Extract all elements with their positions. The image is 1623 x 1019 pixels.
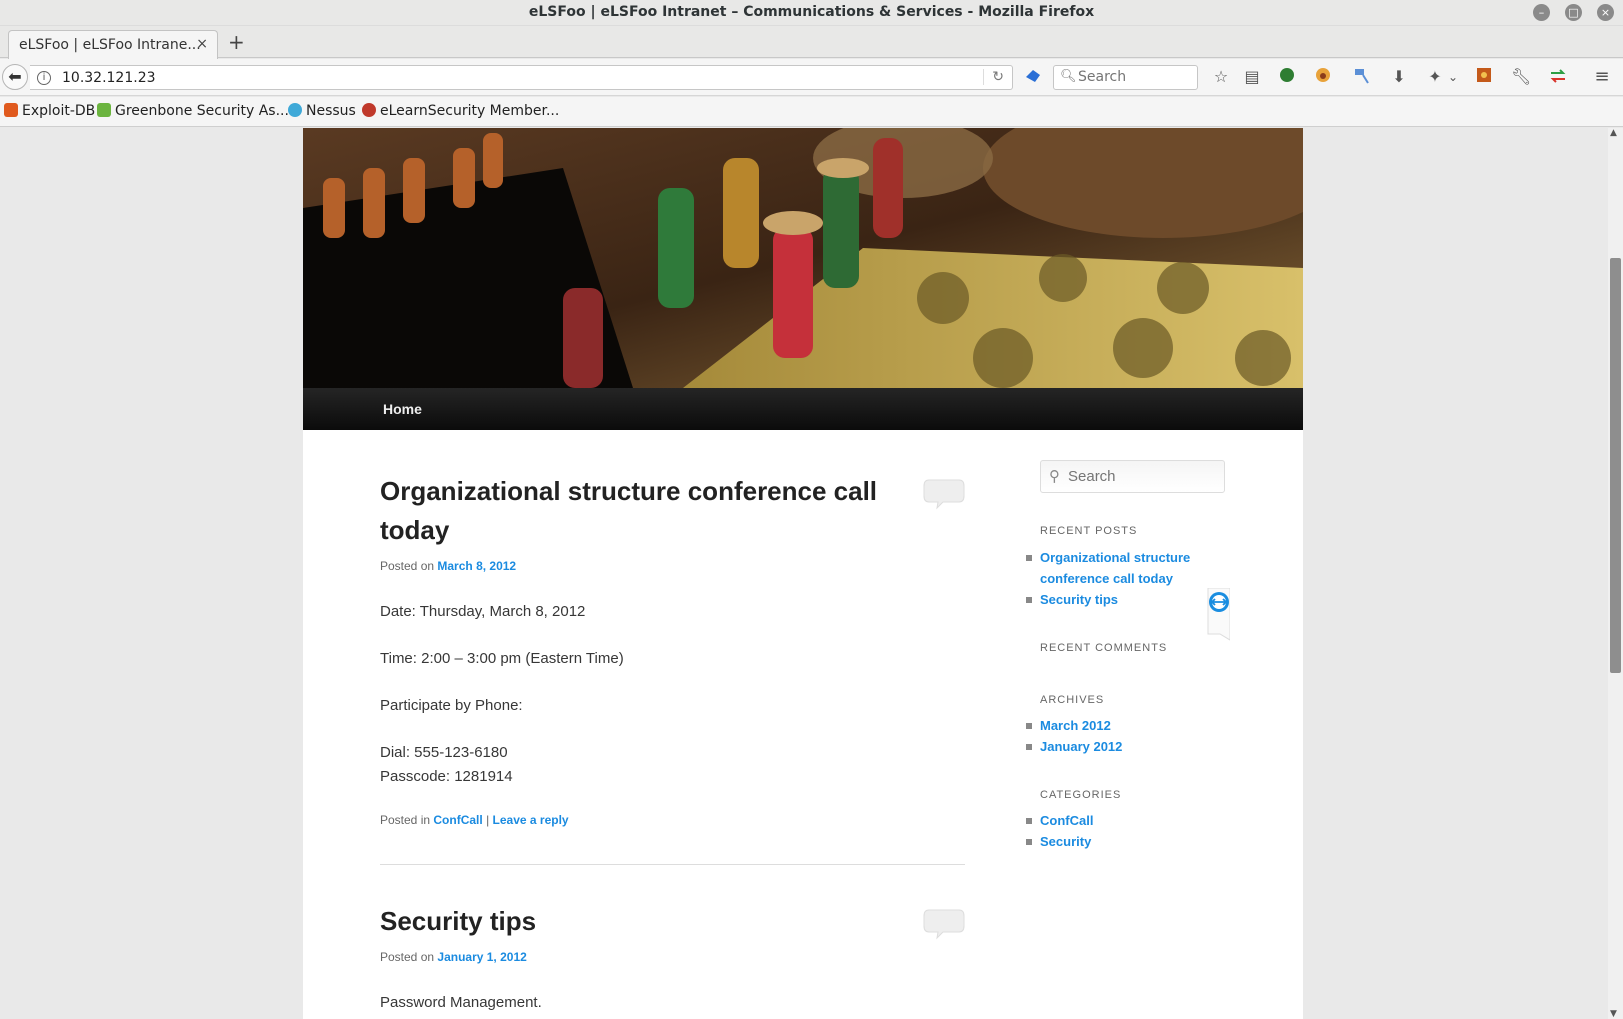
category-link[interactable]: ConfCall <box>433 813 482 827</box>
post-date-link[interactable]: March 8, 2012 <box>437 559 516 573</box>
post-article: Security tips Posted on January 1, 2012 … <box>380 902 965 1011</box>
widget-title-recent-posts: RECENT POSTS <box>1040 525 1138 537</box>
bookmark-star-icon[interactable]: ☆ <box>1211 67 1231 87</box>
content-line: Passcode: 1281914 <box>380 768 513 785</box>
post-footer: Posted in ConfCall | Leave a reply <box>380 813 569 827</box>
recent-post-link[interactable]: Organizational structure conference call… <box>1040 550 1190 586</box>
post-title[interactable]: Security tips <box>380 902 890 941</box>
tab-title: eLSFoo | eLSFoo Intrane... <box>19 37 201 53</box>
recent-posts-list: Organizational structure conference call… <box>1026 547 1210 610</box>
widget-title-recent-comments: RECENT COMMENTS <box>1040 642 1168 654</box>
extension-green-icon[interactable] <box>1277 67 1297 87</box>
scrollbar-thumb[interactable] <box>1610 258 1621 673</box>
post-date-link[interactable]: January 1, 2012 <box>437 950 526 964</box>
bookmark-greenbone[interactable]: Greenbone Security As... <box>97 103 289 119</box>
hamburger-menu-icon[interactable]: ≡ <box>1592 67 1612 87</box>
exploit-db-icon <box>4 103 18 117</box>
wrench-icon[interactable]: 🔧︎ <box>1511 67 1531 87</box>
list-item: Security tips <box>1026 589 1210 610</box>
list-item: March 2012 <box>1025 715 1122 736</box>
leave-reply-link[interactable]: Leave a reply <box>493 813 569 827</box>
back-button[interactable]: ⬅ <box>2 64 28 90</box>
greenbone-icon <box>97 103 111 117</box>
search-icon: 🔍︎ <box>1060 69 1077 84</box>
recent-post-link[interactable]: Security tips <box>1040 592 1118 607</box>
site-page: Home Organizational structure conference… <box>303 128 1303 1019</box>
main-navigation: Home <box>303 388 1303 430</box>
bookmark-exploit-db[interactable]: Exploit-DB <box>4 103 95 119</box>
header-banner-image <box>303 128 1303 388</box>
comment-bubble-icon[interactable] <box>923 478 965 510</box>
list-item: Security <box>1025 831 1093 852</box>
post-title[interactable]: Organizational structure conference call… <box>380 472 890 550</box>
page-viewport: Home Organizational structure conference… <box>0 128 1608 1019</box>
scroll-down-arrow-icon[interactable]: ▼ <box>1610 1009 1617 1019</box>
pocket-icon[interactable] <box>1024 67 1042 85</box>
url-bar[interactable]: i 10.32.121.23 ↻ <box>30 65 1013 90</box>
widget-title-categories: CATEGORIES <box>1040 789 1122 801</box>
comment-bubble-icon[interactable] <box>923 908 965 940</box>
bookmark-elearnsecurity[interactable]: eLearnSecurity Member... <box>362 103 559 119</box>
url-text[interactable]: 10.32.121.23 <box>62 70 156 86</box>
post-article: Organizational structure conference call… <box>380 472 965 827</box>
download-icon[interactable]: ⬇ <box>1389 67 1409 87</box>
extension-fox-icon[interactable] <box>1313 67 1333 87</box>
sidebar-search[interactable]: ⚲ <box>1040 460 1225 493</box>
content-line: Participate by Phone: <box>380 697 523 714</box>
window-title: eLSFoo | eLSFoo Intranet – Communication… <box>528 4 1095 20</box>
close-window-button[interactable]: × <box>1597 4 1614 21</box>
extension-network-icon[interactable] <box>1352 67 1372 87</box>
browser-tab[interactable]: eLSFoo | eLSFoo Intrane... × <box>8 30 218 59</box>
maximize-button[interactable]: □ <box>1565 4 1582 21</box>
categories-list: ConfCall Security <box>1025 810 1093 852</box>
category-link[interactable]: ConfCall <box>1040 813 1093 828</box>
list-item: January 2012 <box>1025 736 1122 757</box>
proxy-switch-icon[interactable] <box>1548 67 1568 87</box>
browser-search-box[interactable]: 🔍︎ <box>1053 65 1198 90</box>
page-scrollbar[interactable]: ▲ ▼ <box>1608 128 1623 1019</box>
nav-link-home[interactable]: Home <box>383 401 422 417</box>
tab-close-icon[interactable]: × <box>196 36 208 52</box>
sidebar-search-input[interactable] <box>1068 468 1218 485</box>
archives-list: March 2012 January 2012 <box>1025 715 1122 757</box>
content-line: Dial: 555-123-6180 <box>380 744 508 761</box>
scroll-up-arrow-icon[interactable]: ▲ <box>1610 128 1617 138</box>
widget-title-archives: ARCHIVES <box>1040 694 1105 706</box>
extension-menu-icon[interactable]: ✦ <box>1425 67 1445 87</box>
extension-orange-icon[interactable] <box>1474 67 1494 87</box>
category-link[interactable]: Security <box>1040 834 1091 849</box>
post-meta: Posted on March 8, 2012 <box>380 559 517 573</box>
elearnsecurity-icon <box>362 103 376 117</box>
archive-link[interactable]: March 2012 <box>1040 718 1111 733</box>
back-arrow-icon: ⬅ <box>8 67 22 86</box>
new-tab-button[interactable]: + <box>228 30 245 54</box>
browser-search-input[interactable] <box>1078 69 1193 85</box>
minimize-button[interactable]: – <box>1533 4 1550 21</box>
content-line: Date: Thursday, March 8, 2012 <box>380 603 586 620</box>
chevron-down-icon[interactable]: ⌄ <box>1443 67 1463 87</box>
post-meta: Posted on January 1, 2012 <box>380 950 527 964</box>
nessus-icon <box>288 103 302 117</box>
teamviewer-widget[interactable] <box>1206 587 1231 643</box>
list-item: ConfCall <box>1025 810 1093 831</box>
post-divider <box>380 864 965 865</box>
search-icon: ⚲ <box>1049 467 1060 485</box>
content-line: Password Management. <box>380 994 542 1011</box>
tab-bar: eLSFoo | eLSFoo Intrane... × + <box>0 26 1623 59</box>
site-info-icon[interactable]: i <box>37 71 51 85</box>
bookmark-nessus[interactable]: Nessus <box>288 103 356 119</box>
content-line: Time: 2:00 – 3:00 pm (Eastern Time) <box>380 650 624 667</box>
archive-link[interactable]: January 2012 <box>1040 739 1122 754</box>
reading-list-icon[interactable]: ▤ <box>1242 67 1262 87</box>
bookmarks-toolbar: Exploit-DB Greenbone Security As... Ness… <box>0 97 1623 127</box>
window-titlebar: eLSFoo | eLSFoo Intranet – Communication… <box>0 0 1623 26</box>
reload-icon[interactable]: ↻ <box>983 69 1004 85</box>
navigation-toolbar: ⬅ i 10.32.121.23 ↻ 🔍︎ ☆ ▤ ⬇ ✦ ⌄ 🔧︎ ≡ <box>0 59 1623 96</box>
list-item: Organizational structure conference call… <box>1026 547 1210 589</box>
